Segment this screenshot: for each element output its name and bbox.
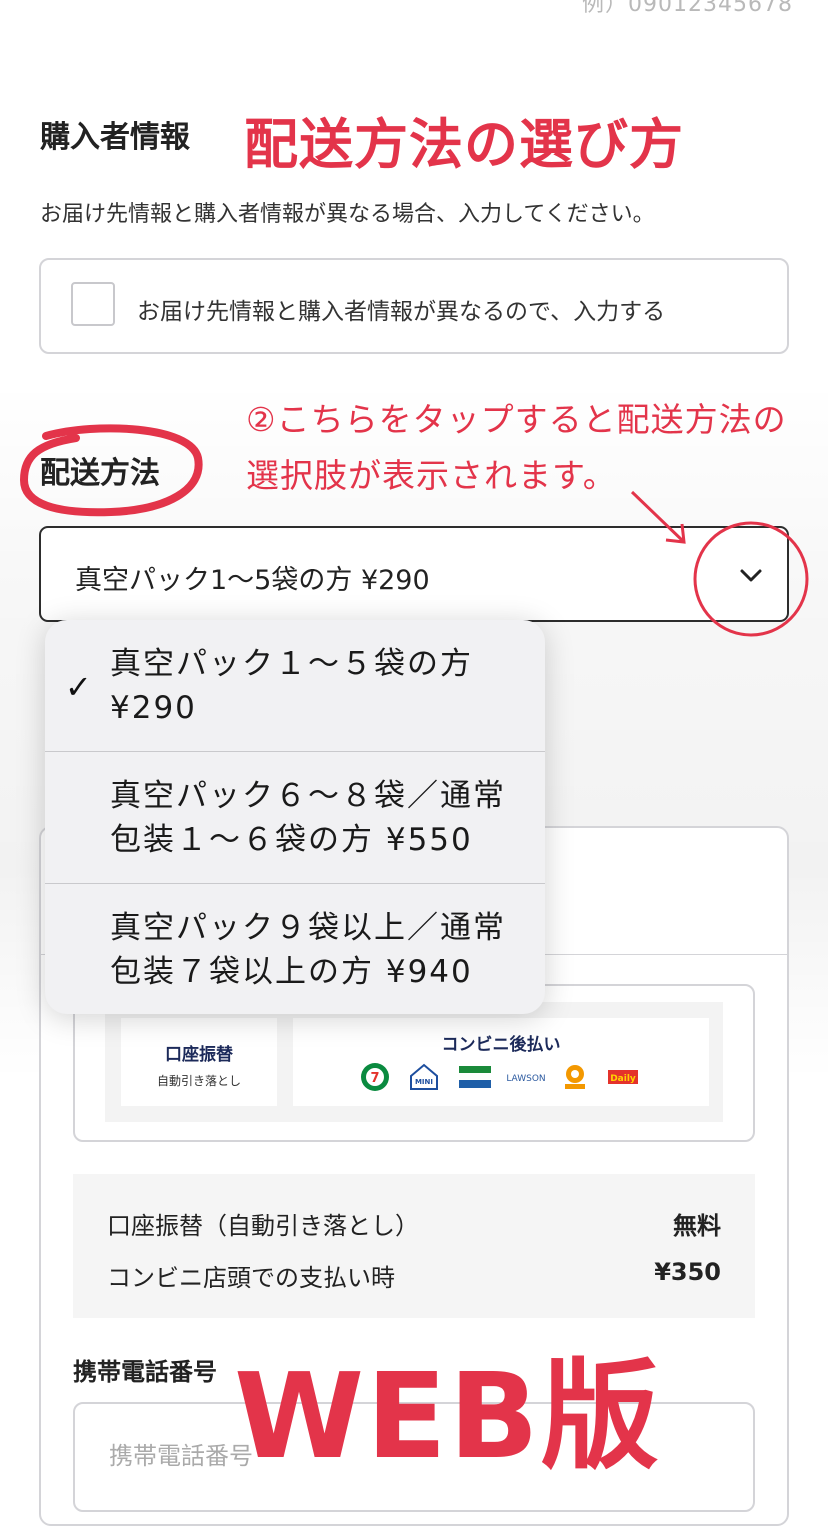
phone-placeholder-top: 例）09012345678 bbox=[582, 0, 793, 17]
fee-row-label: 口座振替（自動引き落とし） bbox=[107, 1212, 419, 1240]
bank-transfer-chip: 口座振替 自動引き落とし bbox=[121, 1018, 277, 1106]
shipping-option[interactable]: 真空パック６〜８袋／通常 包装１〜６袋の方 ¥550 bbox=[45, 774, 545, 884]
shipping-select-value: 真空パック1〜5袋の方 ¥290 bbox=[75, 565, 430, 596]
web-version-annotation: WEB版 bbox=[234, 1347, 661, 1485]
shipping-option-line2: 包装１〜６袋の方 ¥550 bbox=[110, 822, 473, 858]
fee-row-value: 無料 bbox=[673, 1212, 721, 1240]
bank-transfer-title: 口座振替 bbox=[165, 1045, 233, 1065]
headline-annotation: 配送方法の選び方 bbox=[244, 113, 684, 176]
mobile-phone-placeholder: 携帯電話番号 bbox=[109, 1442, 253, 1470]
familymart-logo-icon bbox=[458, 1062, 492, 1092]
svg-text:LAWSON: LAWSON bbox=[506, 1074, 545, 1084]
daily-yamazaki-logo-icon: Daily bbox=[606, 1062, 640, 1092]
convenience-store-title: コンビニ後払い bbox=[441, 1035, 561, 1055]
red-arrow-annotation bbox=[630, 490, 809, 637]
svg-text:7: 7 bbox=[370, 1071, 379, 1086]
option-divider bbox=[45, 883, 545, 884]
annotation-line-2: 選択肢が表示されます。 bbox=[246, 456, 617, 495]
shipping-option-line1: 真空パック９袋以上／通常 bbox=[110, 910, 506, 946]
fee-row-value: ¥350 bbox=[654, 1258, 721, 1286]
convenience-store-chip: コンビニ後払い bbox=[293, 1018, 709, 1106]
seven-eleven-logo-icon: 7 bbox=[360, 1062, 390, 1092]
option-divider bbox=[45, 751, 545, 752]
different-purchaser-label: お届け先情報と購入者情報が異なるので、入力する bbox=[137, 299, 666, 325]
shipping-option-line2: ¥290 bbox=[110, 690, 197, 726]
bank-transfer-sub: 自動引き落とし bbox=[156, 1074, 241, 1088]
annotation-line-1: ②こちらをタップすると配送方法の bbox=[246, 400, 787, 439]
svg-text:Daily: Daily bbox=[610, 1074, 636, 1084]
shipping-option-line2: 包装７袋以上の方 ¥940 bbox=[110, 954, 473, 990]
shipping-option-line1: 真空パック１〜５袋の方 bbox=[110, 646, 473, 682]
shipping-option[interactable]: 真空パック１〜５袋の方 ¥290 bbox=[45, 642, 545, 752]
fee-row-label: コンビニ店頭での支払い時 bbox=[107, 1264, 395, 1292]
different-purchaser-checkbox[interactable] bbox=[71, 282, 115, 326]
purchaser-description: お届け先情報と購入者情報が異なる場合、入力してください。 bbox=[40, 202, 655, 227]
red-circle-annotation bbox=[19, 424, 203, 517]
shipping-option[interactable]: 真空パック９袋以上／通常 包装７袋以上の方 ¥940 bbox=[45, 906, 545, 1014]
seicomart-logo-icon bbox=[560, 1062, 590, 1092]
lawson-logo-icon: LAWSON bbox=[506, 1062, 546, 1092]
mobile-section-title: 携帯電話番号 bbox=[73, 1358, 217, 1386]
svg-text:MINI: MINI bbox=[415, 1078, 433, 1086]
shipping-options-dropdown: ✓ 真空パック１〜５袋の方 ¥290 真空パック６〜８袋／通常 包装１〜６袋の方… bbox=[45, 620, 545, 1014]
fee-table: 口座振替（自動引き落とし） 無料 コンビニ店頭での支払い時 ¥350 bbox=[73, 1174, 755, 1318]
shipping-option-line1: 真空パック６〜８袋／通常 bbox=[110, 778, 506, 814]
ministop-logo-icon: MINI bbox=[408, 1062, 440, 1092]
purchaser-section-title: 購入者情報 bbox=[40, 120, 190, 155]
different-purchaser-option[interactable]: お届け先情報と購入者情報が異なるので、入力する bbox=[39, 258, 789, 354]
